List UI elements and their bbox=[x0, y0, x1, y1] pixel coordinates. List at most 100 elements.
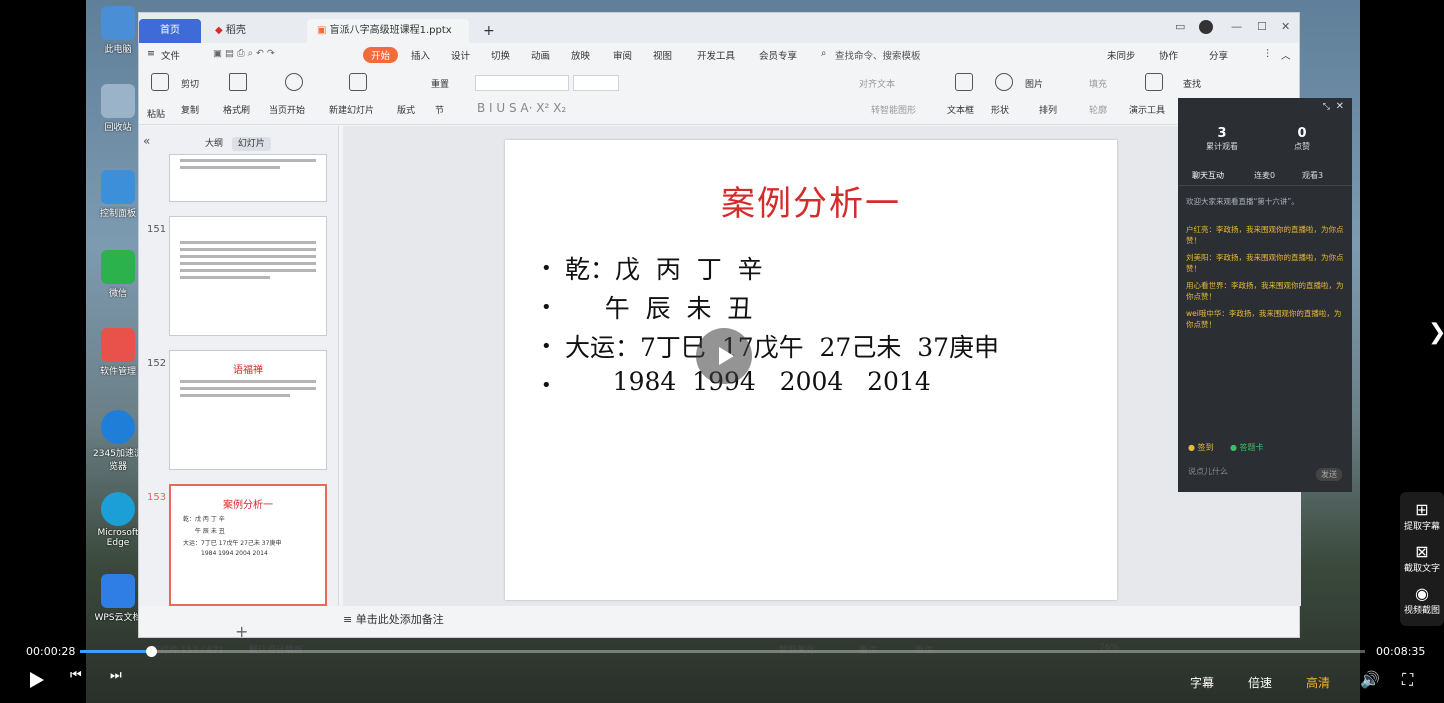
extract-text-button[interactable]: ⊠ 截取文字 bbox=[1400, 542, 1444, 574]
menu-developer[interactable]: 开发工具 bbox=[697, 48, 735, 62]
menu-view[interactable]: 视图 bbox=[653, 48, 672, 62]
next-video-arrow-icon[interactable]: ❯ bbox=[1428, 320, 1444, 345]
menu-insert[interactable]: 插入 bbox=[411, 48, 430, 62]
picture-button[interactable]: 图片 bbox=[1025, 77, 1043, 90]
minimize-icon[interactable]: ⤡ bbox=[1323, 102, 1330, 112]
find-button[interactable]: 查找 bbox=[1183, 77, 1201, 90]
minimize-icon[interactable]: — bbox=[1231, 20, 1242, 33]
reset-button[interactable]: 重置 bbox=[431, 77, 449, 90]
font-family-select[interactable] bbox=[475, 75, 569, 91]
paste-button[interactable]: 粘贴 bbox=[147, 107, 165, 120]
tab-outline[interactable]: 大纲 bbox=[199, 137, 229, 151]
menu-file[interactable]: 文件 bbox=[161, 48, 180, 62]
align-text-button[interactable]: 对齐文本 bbox=[859, 77, 895, 90]
close-icon[interactable]: ✕ bbox=[1336, 101, 1344, 112]
shape-button[interactable]: 形状 bbox=[991, 103, 1009, 116]
slide-thumbnail-150[interactable] bbox=[169, 154, 327, 202]
new-tab-button[interactable]: + bbox=[473, 19, 505, 43]
collab-button[interactable]: 协作 bbox=[1159, 48, 1178, 62]
present-tools-icon[interactable] bbox=[1145, 73, 1163, 91]
checkin-button[interactable]: ● 签到 bbox=[1188, 442, 1214, 453]
section-button[interactable]: 节 bbox=[435, 103, 444, 116]
more-icon[interactable]: ⋮ bbox=[1263, 48, 1273, 59]
menu-animation[interactable]: 动画 bbox=[531, 48, 550, 62]
menu-transition[interactable]: 切换 bbox=[491, 48, 510, 62]
copy-button[interactable]: 复制 bbox=[181, 103, 199, 116]
present-tools-button[interactable]: 演示工具 bbox=[1129, 103, 1165, 116]
tab-daoke[interactable]: ◆ 稻壳 bbox=[205, 19, 256, 43]
textbox-button[interactable]: 文本框 bbox=[947, 103, 974, 116]
arrange-button[interactable]: 排列 bbox=[1039, 103, 1057, 116]
menu-review[interactable]: 审阅 bbox=[613, 48, 632, 62]
tab-chat[interactable]: 聊天互动 bbox=[1192, 170, 1224, 181]
play-from-current-icon[interactable] bbox=[285, 73, 303, 91]
quiz-card-label: 答题卡 bbox=[1239, 443, 1264, 452]
play-overlay-icon[interactable] bbox=[696, 328, 752, 384]
window-layout-icon[interactable]: ▭ bbox=[1175, 20, 1185, 33]
avatar[interactable] bbox=[1199, 20, 1213, 34]
format-painter-icon[interactable] bbox=[229, 73, 247, 91]
menu-start[interactable]: 开始 bbox=[363, 47, 399, 63]
fill-button[interactable]: 填充 bbox=[1089, 77, 1107, 90]
send-button[interactable]: 发送 bbox=[1316, 468, 1342, 481]
quiz-card-button[interactable]: ● 答题卡 bbox=[1230, 442, 1264, 453]
command-search[interactable]: 查找命令、搜索模板 bbox=[835, 48, 921, 62]
menu-design[interactable]: 设计 bbox=[451, 48, 470, 62]
text-extract-icon: ⊠ bbox=[1415, 542, 1429, 561]
tab-slides[interactable]: 幻灯片 bbox=[231, 137, 271, 151]
subtitle-button[interactable]: 字幕 bbox=[1190, 674, 1214, 691]
from-current-button[interactable]: 当页开始 bbox=[269, 103, 305, 116]
slide-thumbnail-152[interactable]: 语福禅 bbox=[169, 350, 327, 470]
tab-document[interactable]: ▣ 盲派八字高级班课程1.pptx bbox=[307, 19, 469, 43]
fullscreen-icon[interactable]: ⛶ bbox=[1402, 670, 1413, 690]
wps-window: 首页 ◆ 稻壳 ▣ 盲派八字高级班课程1.pptx + ▭ — ☐ ✕ ≡ 文件… bbox=[138, 12, 1301, 656]
layout-button[interactable]: 版式 bbox=[397, 103, 415, 116]
bullet: • bbox=[541, 297, 552, 318]
progress-knob[interactable] bbox=[145, 646, 157, 657]
camera-icon: ◉ bbox=[1415, 584, 1429, 603]
notes-area[interactable]: ≡ 单击此处添加备注 bbox=[343, 611, 444, 627]
add-slide-button[interactable]: + bbox=[235, 622, 248, 641]
paste-icon[interactable] bbox=[151, 73, 169, 91]
slide[interactable]: 案例分析一 • 乾：戊 丙 丁 辛 • 午 辰 未 丑 • 大运：7丁巳 17戊… bbox=[505, 140, 1117, 600]
font-size-select[interactable] bbox=[573, 75, 619, 91]
screenshot-button[interactable]: ◉ 视频截图 bbox=[1400, 584, 1444, 616]
quick-access-icons[interactable]: ▣ ▤ ⎙ ⌕ ↶ ↷ bbox=[213, 48, 275, 59]
new-slide-icon[interactable] bbox=[349, 73, 367, 91]
text-format-icons[interactable]: B I U S A· X² X₂ bbox=[477, 101, 566, 115]
outline-button[interactable]: 轮廓 bbox=[1089, 103, 1107, 116]
cut-button[interactable]: 剪切 bbox=[181, 77, 199, 90]
previous-button[interactable]: ⏮ bbox=[70, 668, 82, 683]
textbox-icon[interactable] bbox=[955, 73, 973, 91]
format-painter-button[interactable]: 格式刷 bbox=[223, 103, 250, 116]
maximize-icon[interactable]: ☐ bbox=[1257, 20, 1267, 33]
new-slide-button[interactable]: 新建幻灯片 bbox=[329, 103, 374, 116]
tab-document-label: 盲派八字高级班课程1.pptx bbox=[329, 25, 452, 36]
video-frame[interactable]: 此电脑 回收站 控制面板 微信 软件管理 2345加速浏览器 Microsoft… bbox=[86, 0, 1360, 703]
sync-status[interactable]: 未同步 bbox=[1107, 48, 1136, 62]
extract-subtitle-button[interactable]: ⊞ 提取字幕 bbox=[1400, 500, 1444, 532]
play-button[interactable] bbox=[30, 672, 44, 688]
next-button[interactable]: ⏭ bbox=[110, 668, 122, 683]
smart-graphic-button[interactable]: 转智能图形 bbox=[871, 103, 916, 116]
tab-daoke-label: 稻壳 bbox=[225, 25, 246, 36]
quality-button[interactable]: 高清 bbox=[1306, 674, 1330, 691]
volume-icon[interactable]: 🔊 bbox=[1360, 670, 1380, 689]
tab-viewers[interactable]: 观看3 bbox=[1302, 170, 1323, 181]
progress-bar[interactable] bbox=[80, 646, 1365, 657]
collapse-panel-icon[interactable]: « bbox=[143, 134, 150, 148]
extract-text-label: 截取文字 bbox=[1403, 564, 1440, 574]
menu-slideshow[interactable]: 放映 bbox=[571, 48, 590, 62]
tab-mic[interactable]: 连麦0 bbox=[1254, 170, 1275, 181]
close-icon[interactable]: ✕ bbox=[1281, 20, 1290, 33]
tab-home[interactable]: 首页 bbox=[139, 19, 201, 43]
speed-button[interactable]: 倍速 bbox=[1248, 674, 1272, 691]
menu-member[interactable]: 会员专享 bbox=[759, 48, 797, 62]
chat-input[interactable]: 说点儿什么 bbox=[1188, 466, 1228, 477]
share-button[interactable]: 分享 bbox=[1209, 48, 1228, 62]
shape-icon[interactable] bbox=[995, 73, 1013, 91]
slide-thumbnail-151[interactable] bbox=[169, 216, 327, 336]
collapse-ribbon-icon[interactable]: ︿ bbox=[1281, 48, 1291, 62]
menu-hamburger-icon[interactable]: ≡ bbox=[147, 48, 155, 59]
slide-thumbnail-153[interactable]: 案例分析一 乾：戊 丙 丁 辛 午 辰 未 丑 大运：7丁巳 17戊午 27己未… bbox=[169, 484, 327, 606]
